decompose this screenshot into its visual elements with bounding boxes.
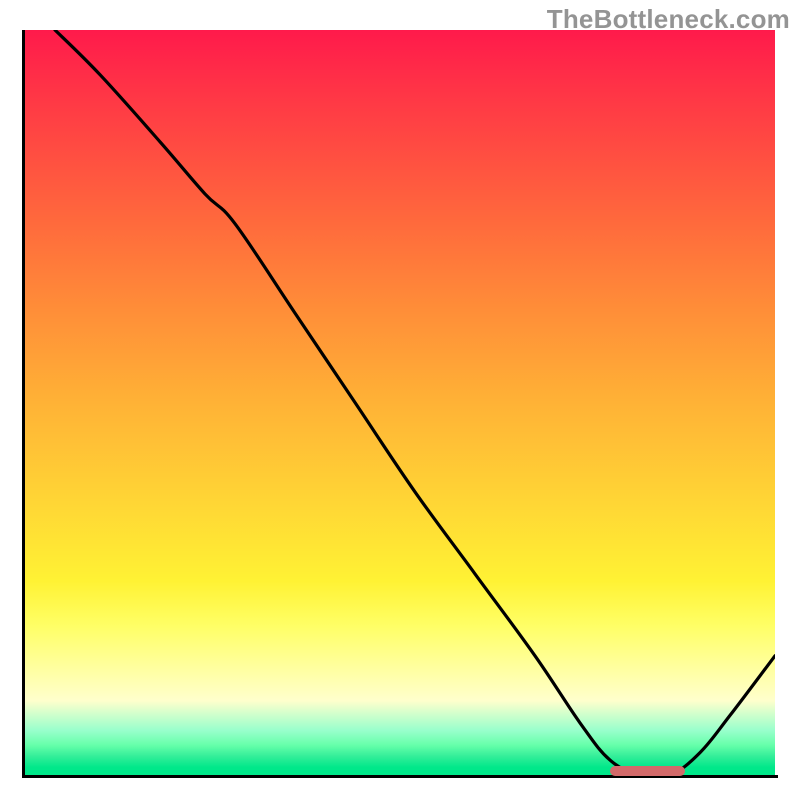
bottleneck-curve	[55, 30, 775, 775]
watermark-text: TheBottleneck.com	[547, 4, 790, 35]
optimal-range-marker	[610, 766, 685, 776]
chart-stage: TheBottleneck.com	[0, 0, 800, 800]
curve-overlay	[25, 30, 775, 775]
